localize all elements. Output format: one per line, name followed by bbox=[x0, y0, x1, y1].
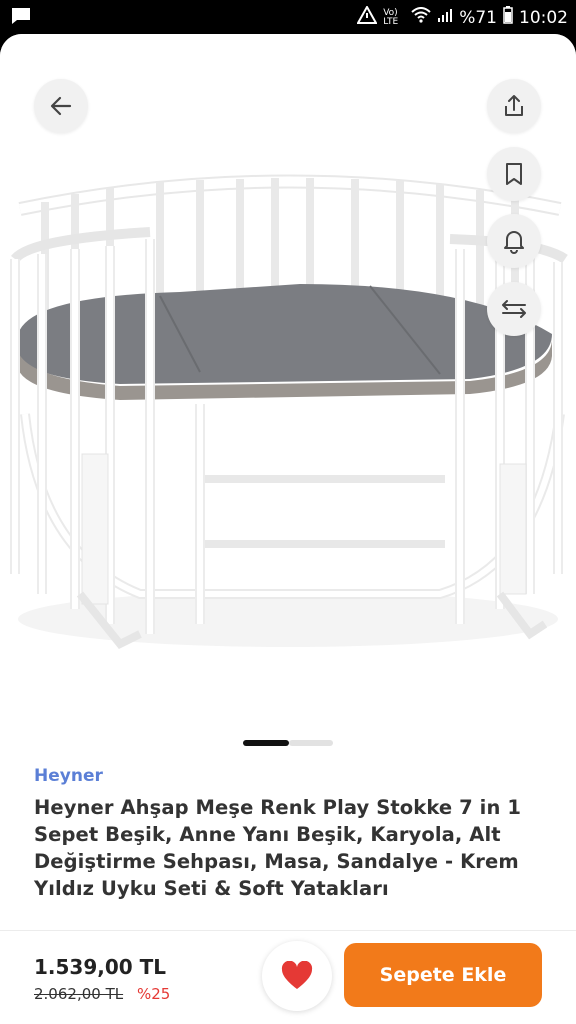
discount-badge: %25 bbox=[137, 985, 171, 1003]
product-image-gallery[interactable] bbox=[0, 34, 576, 754]
status-bar: Vo) LTE %71 10:02 bbox=[0, 0, 576, 34]
current-price: 1.539,00 TL bbox=[34, 955, 167, 979]
data-saver-icon bbox=[356, 4, 378, 29]
gallery-pagination bbox=[243, 740, 333, 746]
wifi-icon bbox=[411, 7, 431, 28]
original-price: 2.062,00 TL bbox=[34, 985, 124, 1003]
product-image[interactable] bbox=[0, 34, 576, 734]
signal-icon bbox=[437, 7, 453, 28]
share-icon bbox=[505, 95, 523, 116]
brand-link[interactable]: Heyner bbox=[34, 766, 103, 786]
message-notification-icon bbox=[10, 7, 32, 29]
compare-arrows-icon bbox=[502, 300, 526, 318]
price-alarm-button[interactable] bbox=[487, 214, 541, 268]
clock: 10:02 bbox=[519, 7, 568, 28]
battery-icon bbox=[503, 6, 513, 29]
favorite-button[interactable] bbox=[262, 941, 332, 1011]
bell-icon bbox=[504, 231, 524, 254]
product-detail-sheet: Heyner Heyner Ahşap Meşe Renk Play Stokk… bbox=[0, 34, 576, 1024]
heart-icon bbox=[281, 961, 313, 989]
back-button[interactable] bbox=[34, 79, 88, 133]
product-title: Heyner Ahşap Meşe Renk Play Stokke 7 in … bbox=[34, 796, 521, 900]
purchase-bar: 1.539,00 TL 2.062,00 TL %25 Sepete Ekle bbox=[0, 930, 576, 1024]
collection-button[interactable] bbox=[487, 147, 541, 201]
compare-button[interactable] bbox=[487, 282, 541, 336]
volte-label: Vo) LTE bbox=[383, 7, 399, 27]
pagination-dot[interactable] bbox=[289, 740, 333, 746]
arrow-left-icon bbox=[50, 96, 72, 116]
add-to-cart-button[interactable]: Sepete Ekle bbox=[344, 943, 542, 1007]
share-button[interactable] bbox=[487, 79, 541, 133]
bookmark-icon bbox=[506, 163, 522, 185]
pagination-dot-active[interactable] bbox=[243, 740, 289, 746]
battery-percent: %71 bbox=[459, 7, 497, 28]
